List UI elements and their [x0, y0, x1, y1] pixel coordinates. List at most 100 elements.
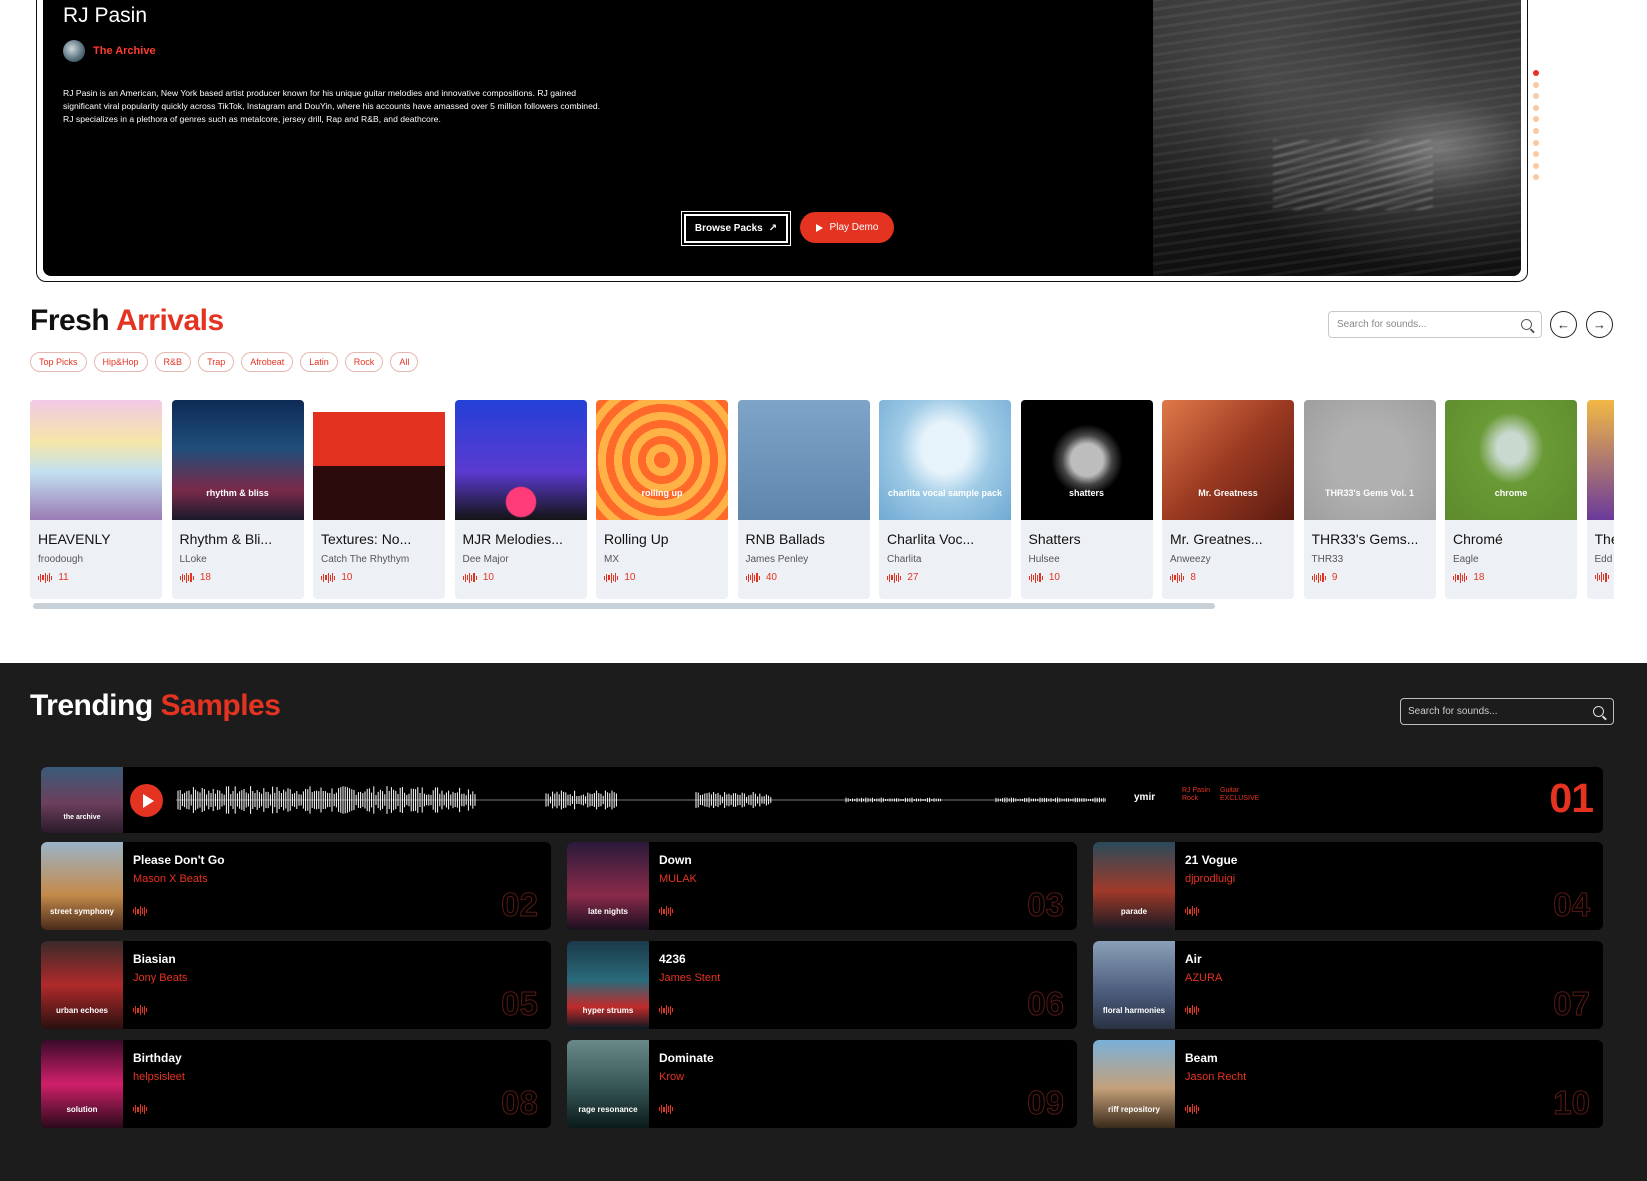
fresh-search-input[interactable]: Search for sounds...	[1328, 311, 1542, 338]
sample-cover-art[interactable]: floral harmonies	[1093, 941, 1175, 1029]
pack-card[interactable]: Textures: No... Catch The Rhythym 10	[313, 400, 445, 599]
featured-sample[interactable]: the archive ymir RJ Pasin Guitar Rock EXCLU…	[41, 767, 1603, 833]
pack-artist[interactable]: James Penley	[746, 554, 809, 565]
genre-chip[interactable]: Afrobeat	[241, 352, 294, 372]
sample-artist[interactable]: Mason X Beats	[133, 873, 208, 885]
trending-sample-row[interactable]: urban echoes Biasian Jony Beats 05	[41, 941, 551, 1029]
pack-artist[interactable]: LLoke	[180, 554, 207, 565]
pack-card[interactable]: Mr. Greatness Mr. Greatnes... Anweezy 8	[1162, 400, 1294, 599]
sample-rank: 06	[1027, 985, 1065, 1023]
sample-cover-art[interactable]: late nights	[567, 842, 649, 930]
sample-cover-art[interactable]: urban echoes	[41, 941, 123, 1029]
carousel-dot[interactable]	[1533, 162, 1539, 169]
trending-sample-row[interactable]: riff repository Beam Jason Recht 10	[1093, 1040, 1603, 1128]
genre-chip[interactable]: R&B	[154, 352, 192, 372]
sample-cover-art[interactable]: rage resonance	[567, 1040, 649, 1128]
pack-artist[interactable]: Catch The Rhythym	[321, 554, 409, 565]
carousel-dot[interactable]	[1533, 127, 1539, 134]
pack-card[interactable]: RNB Ballads James Penley 40	[737, 400, 870, 599]
carousel-dot[interactable]	[1533, 81, 1539, 88]
trending-sample-row[interactable]: hyper strums 4236 James Stent 06	[567, 941, 1077, 1029]
sample-artist[interactable]: MULAK	[659, 873, 697, 885]
search-placeholder: Search for sounds...	[1337, 319, 1427, 330]
pack-artist[interactable]: froodough	[38, 554, 83, 565]
sample-artist[interactable]: Krow	[659, 1071, 684, 1083]
search-icon[interactable]	[1521, 319, 1532, 330]
sample-artist[interactable]: djprodluigi	[1185, 873, 1235, 885]
pack-card[interactable]: rhythm & bliss Rhythm & Bli... LLoke 18	[171, 400, 304, 599]
genre-chip[interactable]: Latin	[300, 352, 338, 372]
sample-artist[interactable]: Jony Beats	[133, 972, 187, 984]
pack-artist[interactable]: MX	[604, 554, 619, 565]
hero-archive-link[interactable]: The Archive	[63, 40, 156, 62]
cover-art-text: solution	[66, 1105, 98, 1114]
pack-card[interactable]: HEAVENLY froodough 11	[30, 400, 162, 599]
trending-sample-row[interactable]: solution Birthday helpsisleet 08	[41, 1040, 551, 1128]
genre-chip[interactable]: Top Picks	[30, 352, 87, 372]
carousel-scrollbar[interactable]	[33, 603, 1215, 609]
pack-card[interactable]: MJR Melodies... Dee Major 10	[454, 400, 587, 599]
search-icon[interactable]	[1593, 706, 1604, 717]
pack-card[interactable]: rolling up Rolling Up MX 10	[596, 400, 728, 599]
prev-button[interactable]: ←	[1550, 311, 1577, 338]
carousel-dot[interactable]	[1533, 174, 1539, 181]
trending-sample-row[interactable]: late nights Down MULAK 03	[567, 842, 1077, 930]
carousel-dot[interactable]	[1533, 104, 1539, 111]
pack-artist[interactable]: Edd	[1595, 554, 1613, 565]
play-icon	[142, 793, 154, 808]
carousel-dot[interactable]	[1533, 116, 1539, 123]
waveform-icon	[1453, 572, 1468, 583]
sample-cover-art[interactable]: parade	[1093, 842, 1175, 930]
fresh-arrivals-carousel: HEAVENLY froodough 11 rhythm & bliss Rhythm …	[30, 400, 1614, 600]
pack-artist[interactable]: Anweezy	[1170, 554, 1211, 565]
sample-cover-art[interactable]: solution	[41, 1040, 123, 1128]
sample-artist[interactable]: AZURA	[1185, 972, 1222, 984]
trending-search-input[interactable]: Search for sounds...	[1400, 698, 1614, 725]
sample-tag[interactable]: RJ Pasin	[1182, 787, 1210, 794]
genre-chip[interactable]: All	[390, 352, 419, 372]
genre-chip[interactable]: Rock	[344, 352, 384, 372]
sample-artist[interactable]: Jason Recht	[1185, 1071, 1246, 1083]
pack-card[interactable]: The Edd	[1586, 400, 1614, 599]
pack-artist[interactable]: Dee Major	[463, 554, 509, 565]
sample-artist[interactable]: helpsisleet	[133, 1071, 185, 1083]
carousel-dot[interactable]	[1533, 70, 1539, 76]
trending-sample-row[interactable]: parade 21 Vogue djprodluigi 04	[1093, 842, 1603, 930]
hero-bio: RJ Pasin is an American, New York based …	[63, 88, 601, 124]
trending-sample-row[interactable]: street symphony Please Don't Go Mason X Be…	[41, 842, 551, 930]
trending-sample-row[interactable]: floral harmonies Air AZURA 07	[1093, 941, 1603, 1029]
carousel-dot[interactable]	[1533, 151, 1539, 158]
sample-tag[interactable]: EXCLUSIVE	[1220, 795, 1259, 802]
genre-chip[interactable]: Hip&Hop	[93, 352, 148, 372]
next-button[interactable]: →	[1586, 311, 1613, 338]
carousel-dot[interactable]	[1533, 93, 1539, 100]
sample-tag[interactable]: Guitar	[1220, 787, 1259, 794]
pack-title: Textures: No...	[321, 531, 412, 547]
sample-artist[interactable]: James Stent	[659, 972, 720, 984]
sample-tag[interactable]: Rock	[1182, 795, 1210, 802]
sample-cover-art[interactable]: street symphony	[41, 842, 123, 930]
sample-count: 18	[179, 572, 211, 583]
waveform-icon	[1185, 1005, 1200, 1015]
featured-waveform[interactable]	[176, 783, 1106, 817]
pack-artist[interactable]: Charlita	[887, 554, 921, 565]
pack-artist[interactable]: THR33	[1312, 554, 1344, 565]
pack-artist[interactable]: Eagle	[1453, 554, 1479, 565]
pack-card[interactable]: shatters Shatters Hulsee 10	[1020, 400, 1153, 599]
pack-card[interactable]: THR33's Gems Vol. 1 THR33's Gems... THR33 9	[1303, 400, 1436, 599]
trending-sample-row[interactable]: rage resonance Dominate Krow 09	[567, 1040, 1077, 1128]
sample-cover-art[interactable]: riff repository	[1093, 1040, 1175, 1128]
pack-card[interactable]: charlita vocal sample pack Charlita Voc..…	[879, 400, 1011, 599]
sample-cover-art[interactable]: hyper strums	[567, 941, 649, 1029]
browse-packs-button[interactable]: Browse Packs ↗	[681, 211, 791, 246]
carousel-dot[interactable]	[1533, 139, 1539, 146]
featured-play-button[interactable]	[130, 784, 163, 817]
external-link-icon: ↗	[768, 223, 778, 234]
genre-chip[interactable]: Trap	[198, 352, 235, 372]
sample-count-value: 10	[1048, 572, 1060, 583]
pack-card[interactable]: chrome Chromé Eagle 18	[1445, 400, 1577, 599]
sample-count: 27	[887, 572, 918, 583]
sample-count: 10	[321, 572, 352, 583]
pack-artist[interactable]: Hulsee	[1029, 554, 1060, 565]
play-demo-button[interactable]: Play Demo	[800, 212, 894, 243]
